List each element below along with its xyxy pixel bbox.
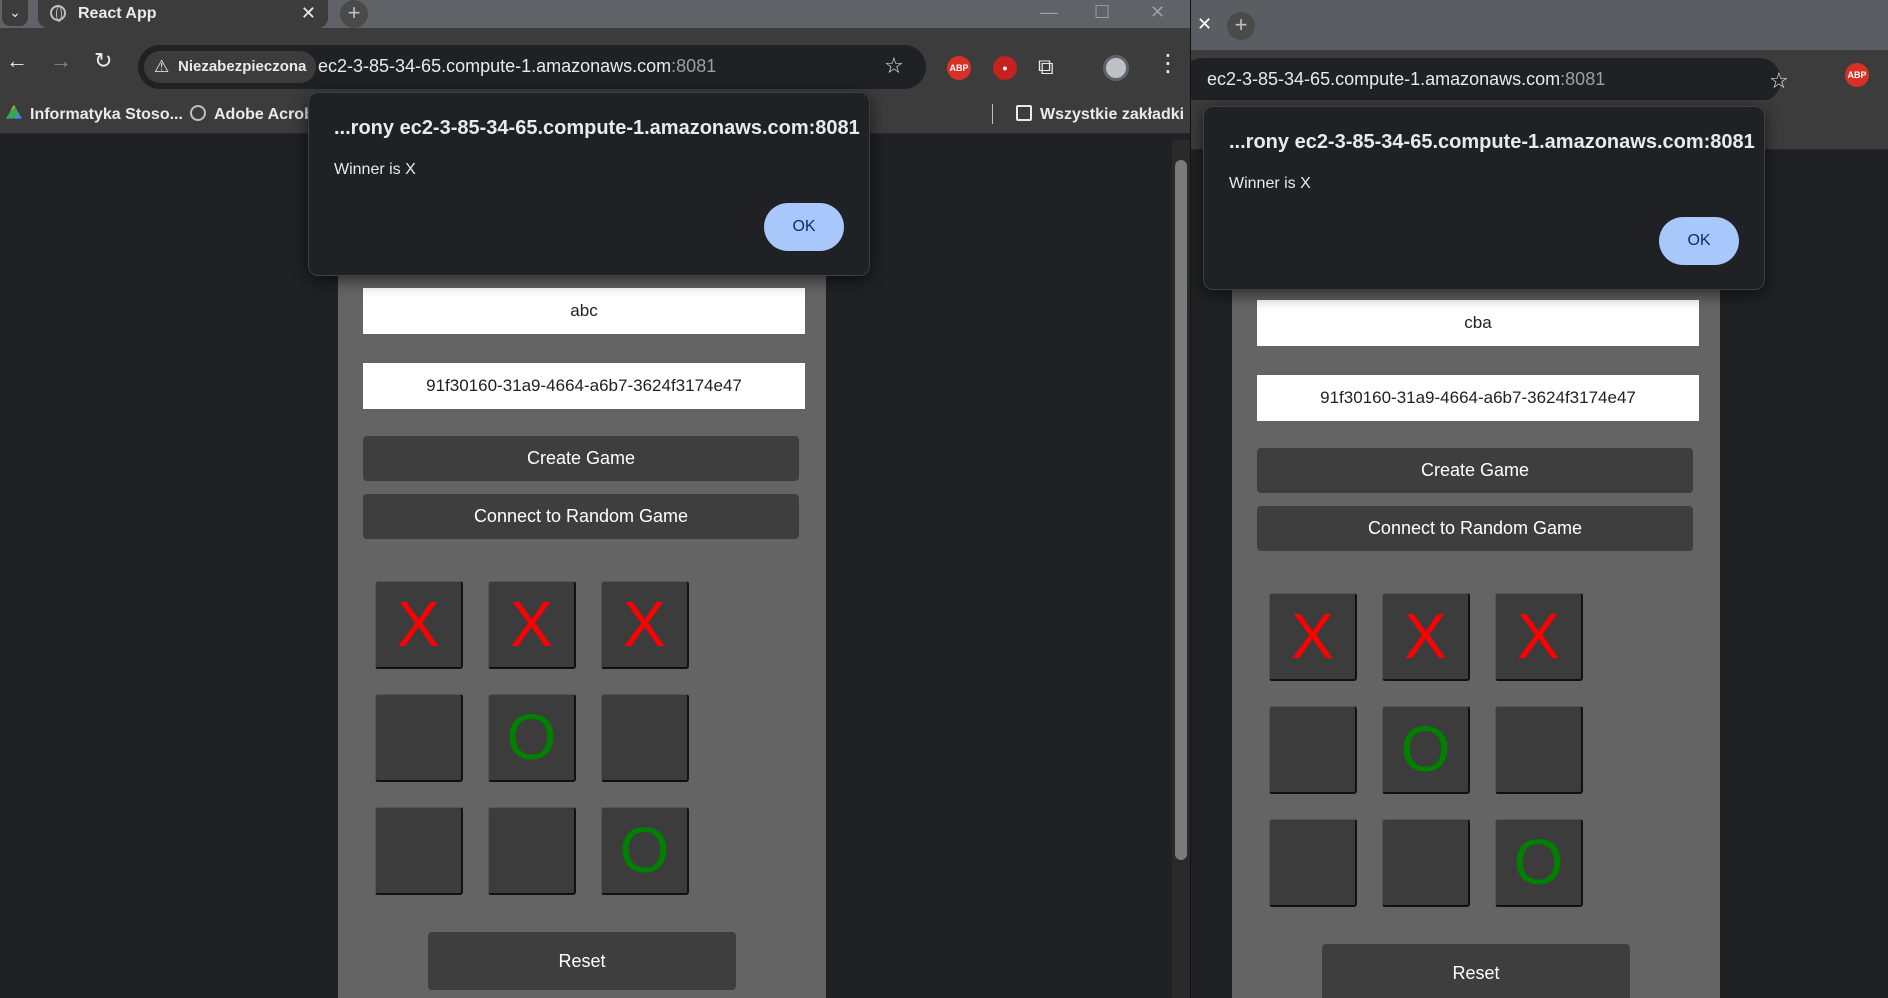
game-board: X X X O O <box>375 581 695 911</box>
ok-button[interactable]: OK <box>764 203 844 251</box>
close-window-icon[interactable]: ✕ <box>1150 2 1165 23</box>
dialog-message: Winner is X <box>334 161 416 178</box>
board-cell[interactable]: O <box>601 807 689 895</box>
connect-random-game-button[interactable]: Connect to Random Game <box>363 494 799 539</box>
board-cell[interactable] <box>488 807 576 895</box>
bookmark-item[interactable]: Informatyka Stoso... <box>6 105 183 124</box>
board-cell[interactable] <box>375 807 463 895</box>
tab-strip: ✕ + <box>1191 0 1888 50</box>
create-game-button[interactable]: Create Game <box>1257 448 1693 493</box>
bookmark-separator <box>992 104 993 124</box>
scrollbar[interactable] <box>1172 140 1190 998</box>
board-cell[interactable] <box>601 694 689 782</box>
profile-avatar[interactable] <box>1103 55 1129 81</box>
game-id-field[interactable]: 91f30160-31a9-4664-a6b7-3624f3174e47 <box>1257 375 1699 421</box>
url-port: :8081 <box>671 56 717 76</box>
alert-dialog: ...rony ec2-3-85-34-65.compute-1.amazona… <box>1203 106 1765 290</box>
security-chip-label: Niezabezpieczona <box>178 58 307 75</box>
player-name-field[interactable]: cba <box>1257 300 1699 346</box>
globe-icon <box>190 105 206 121</box>
browser-window-right: ✕ + ec2-3-85-34-65.compute-1.amazonaws.c… <box>1190 0 1888 998</box>
game-board: X X X O O <box>1269 593 1589 923</box>
address-bar[interactable]: ec2-3-85-34-65.compute-1.amazonaws.com:8… <box>1191 58 1789 102</box>
maximize-icon[interactable]: ☐ <box>1094 2 1110 23</box>
toolbar: ec2-3-85-34-65.compute-1.amazonaws.com:8… <box>1191 50 1888 102</box>
board-cell[interactable] <box>1269 819 1357 907</box>
bookmark-star-icon[interactable]: ☆ <box>1769 68 1789 94</box>
adblock-extension-icon[interactable]: ABP <box>947 56 971 80</box>
close-icon[interactable]: ✕ <box>301 3 316 24</box>
forward-icon[interactable]: → <box>50 48 72 74</box>
extension-icon[interactable]: ● <box>993 56 1017 80</box>
dialog-title: ...rony ec2-3-85-34-65.compute-1.amazona… <box>334 117 860 139</box>
kebab-menu-icon[interactable]: ⋮ <box>1156 52 1180 76</box>
drive-icon <box>6 105 22 119</box>
url-host: ec2-3-85-34-65.compute-1.amazonaws.com <box>318 56 672 76</box>
tab-title: React App <box>78 5 157 22</box>
back-icon[interactable]: ← <box>6 48 28 74</box>
create-game-button[interactable]: Create Game <box>363 436 799 481</box>
reload-icon[interactable]: ↻ <box>94 48 112 74</box>
board-cell[interactable]: O <box>488 694 576 782</box>
board-cell[interactable]: X <box>1382 593 1470 681</box>
warning-icon: ⚠ <box>154 57 170 76</box>
extensions-puzzle-icon[interactable]: ⧉ <box>1038 54 1054 80</box>
board-cell[interactable]: X <box>1495 593 1583 681</box>
globe-icon <box>50 5 66 22</box>
dialog-title: ...rony ec2-3-85-34-65.compute-1.amazona… <box>1229 131 1755 153</box>
board-cell[interactable]: X <box>1269 593 1357 681</box>
tab-react-app[interactable]: React App ✕ <box>38 0 328 28</box>
board-cell[interactable]: X <box>375 581 463 669</box>
tab-strip: ⌄ React App ✕ + — ☐ ✕ <box>0 0 1190 28</box>
board-cell[interactable]: X <box>488 581 576 669</box>
adblock-extension-icon[interactable]: ABP <box>1845 63 1869 87</box>
reset-button[interactable]: Reset <box>1322 944 1630 998</box>
board-cell[interactable] <box>1382 819 1470 907</box>
scrollbar-thumb[interactable] <box>1175 160 1187 860</box>
connect-random-game-button[interactable]: Connect to Random Game <box>1257 506 1693 551</box>
player-name-field[interactable]: abc <box>363 288 805 334</box>
board-cell[interactable] <box>375 694 463 782</box>
ok-button[interactable]: OK <box>1659 217 1739 265</box>
url-host: ec2-3-85-34-65.compute-1.amazonaws.com <box>1207 69 1561 89</box>
board-cell[interactable] <box>1495 706 1583 794</box>
close-icon[interactable]: ✕ <box>1197 14 1212 35</box>
tab-search-icon[interactable]: ⌄ <box>2 0 28 26</box>
reset-button[interactable]: Reset <box>428 932 736 990</box>
all-bookmarks-folder[interactable]: Wszystkie zakładki <box>1016 105 1184 124</box>
game-id-field[interactable]: 91f30160-31a9-4664-a6b7-3624f3174e47 <box>363 363 805 409</box>
url-text: ec2-3-85-34-65.compute-1.amazonaws.com:8… <box>318 56 716 77</box>
folder-icon <box>1016 105 1032 121</box>
bookmark-star-icon[interactable]: ☆ <box>884 53 904 79</box>
browser-window-left: ⌄ React App ✕ + — ☐ ✕ ← → ↻ ⚠ Niezabezpi… <box>0 0 1190 998</box>
url-text: ec2-3-85-34-65.compute-1.amazonaws.com:8… <box>1207 69 1605 90</box>
url-port: :8081 <box>1560 69 1606 89</box>
dialog-message: Winner is X <box>1229 175 1311 192</box>
board-cell[interactable]: O <box>1495 819 1583 907</box>
security-chip[interactable]: ⚠ Niezabezpieczona <box>144 51 317 83</box>
address-bar[interactable]: ⚠ Niezabezpieczona ec2-3-85-34-65.comput… <box>138 45 926 89</box>
board-cell[interactable]: O <box>1382 706 1470 794</box>
new-tab-button[interactable]: + <box>1227 12 1255 40</box>
alert-dialog: ...rony ec2-3-85-34-65.compute-1.amazona… <box>308 92 870 276</box>
board-cell[interactable] <box>1269 706 1357 794</box>
new-tab-button[interactable]: + <box>340 0 368 28</box>
minimize-icon[interactable]: — <box>1040 2 1058 23</box>
board-cell[interactable]: X <box>601 581 689 669</box>
